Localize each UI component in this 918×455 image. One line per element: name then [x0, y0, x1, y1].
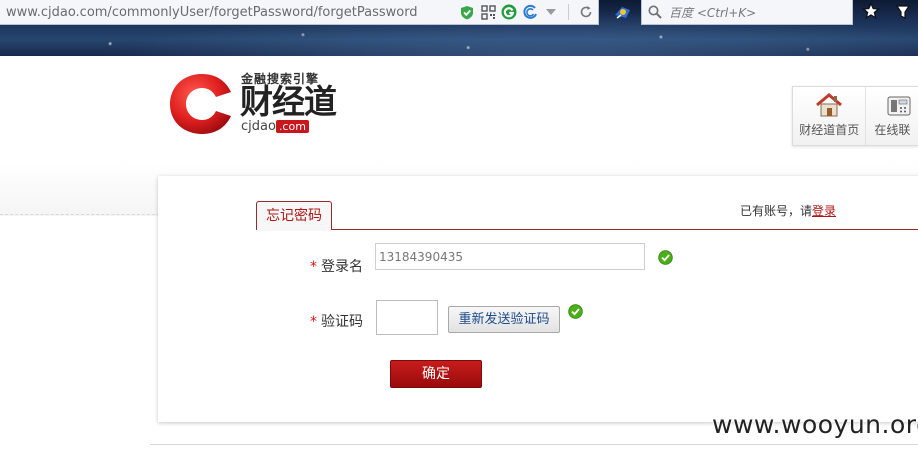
search-placeholder: 百度 <Ctrl+K>: [669, 5, 757, 20]
nav-contact-label: 在线联: [874, 123, 911, 137]
divider: [0, 214, 160, 215]
confirm-button[interactable]: 确定: [390, 360, 482, 388]
swirl-extension-icon[interactable]: [522, 4, 538, 20]
username-valid-check-icon: [658, 250, 673, 265]
search-bar[interactable]: 百度 <Ctrl+K>: [641, 0, 853, 25]
site-logo[interactable]: 金融搜索引擎 财经道 cjdao .com: [168, 70, 358, 136]
logo-domain: cjdao .com: [241, 120, 309, 134]
captcha-label: * 验证码: [310, 314, 363, 330]
username-label: * 登录名: [310, 259, 363, 275]
url-text[interactable]: www.cjdao.com/commonlyUser/forgetPasswor…: [0, 5, 459, 20]
footer-divider: [150, 444, 918, 445]
required-mark: *: [310, 314, 317, 330]
login-link[interactable]: 登录: [812, 204, 836, 218]
captcha-valid-check-icon: [568, 304, 583, 319]
shield-icon[interactable]: [459, 4, 475, 20]
captcha-input[interactable]: [376, 300, 438, 335]
tab-forgot-password[interactable]: 忘记密码: [256, 201, 332, 231]
menu-icon[interactable]: [893, 3, 913, 25]
address-bar[interactable]: www.cjdao.com/commonlyUser/forgetPasswor…: [0, 0, 599, 25]
logo-mark-icon: [170, 74, 231, 134]
nav-online-contact[interactable]: 在线联: [866, 87, 918, 145]
nav-home-label: 财经道首页: [799, 123, 860, 137]
bookmark-star-icon[interactable]: [861, 1, 881, 24]
phone-icon: [887, 96, 911, 116]
browser-toolbar: www.cjdao.com/commonlyUser/forgetPasswor…: [0, 0, 918, 56]
resend-code-button[interactable]: 重新发送验证码: [448, 306, 560, 333]
tab-underline: [256, 229, 918, 230]
username-input[interactable]: [375, 243, 645, 270]
login-hint: 已有账号，请登录: [740, 202, 836, 219]
required-mark: *: [310, 259, 317, 275]
addon-icon[interactable]: [612, 3, 634, 27]
g-extension-icon[interactable]: [501, 4, 517, 20]
house-icon: [816, 93, 843, 117]
search-icon[interactable]: [647, 4, 663, 20]
logo-name: 财经道: [240, 82, 337, 121]
watermark: www.wooyun.org: [712, 410, 918, 439]
reload-icon[interactable]: [578, 4, 594, 20]
nav-home[interactable]: 财经道首页: [793, 87, 867, 145]
qr-code-icon[interactable]: [480, 4, 496, 20]
dropdown-arrow-icon[interactable]: [543, 4, 559, 20]
forgot-password-panel: 忘记密码 已有账号，请登录 *登录名 *验证码 重新发送验证码 确定: [158, 176, 918, 422]
login-hint-text: 已有账号，请: [739, 204, 812, 218]
top-nav: 财经道首页 在线联: [792, 86, 918, 146]
